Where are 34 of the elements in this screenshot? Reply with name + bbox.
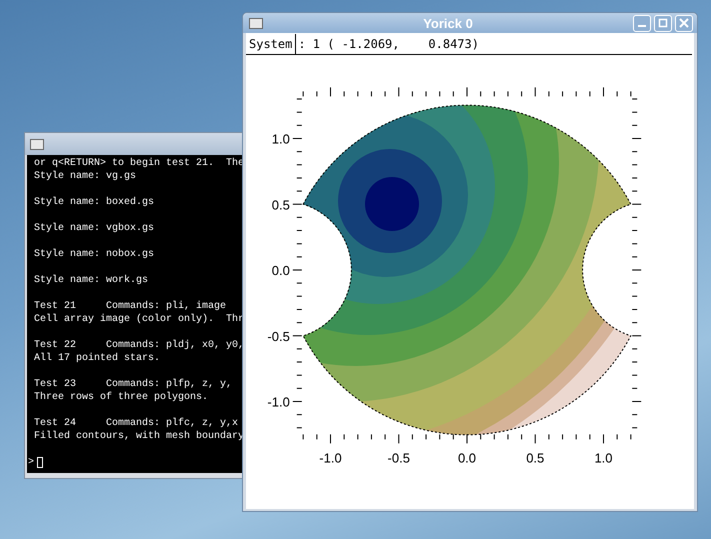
- terminal-line: Test 22 Commands: pldj, x0, y0,: [34, 339, 246, 352]
- terminal-prompt: >: [28, 456, 34, 469]
- close-button[interactable]: [675, 14, 693, 32]
- x-tick-label: -0.5: [388, 450, 410, 466]
- close-icon: [679, 18, 689, 28]
- terminal-line: Style name: work.gs: [34, 274, 150, 287]
- y-tick-label: 0.0: [272, 263, 290, 278]
- window-icon: [30, 138, 44, 150]
- y-tick-label: -0.5: [267, 328, 290, 344]
- terminal-line: Style name: vgbox.gs: [34, 222, 156, 235]
- y-tick-label: 1.0: [272, 132, 290, 146]
- coordinate-readout: : 1 ( -1.2069, 0.8473): [297, 36, 479, 50]
- terminal-line: All 17 pointed stars.: [34, 352, 162, 365]
- terminal-line: Test 23 Commands: plfp, z, y,: [34, 378, 234, 391]
- window-title: Yorick 0: [422, 16, 474, 30]
- terminal-line: Test 24 Commands: plfc, z, y,x: [34, 417, 240, 430]
- text-cursor: [37, 457, 44, 468]
- window-icon: [249, 18, 263, 28]
- x-tick-label: 1.0: [594, 450, 613, 466]
- terminal-line: Style name: vg.gs: [34, 170, 138, 183]
- minimize-button[interactable]: [633, 14, 651, 32]
- terminal-line: Test 21 Commands: pli, image: [34, 300, 228, 313]
- maximize-button[interactable]: [654, 14, 672, 32]
- terminal-line: Cell array image (color only). Thr: [34, 313, 246, 326]
- terminal-line: Style name: nobox.gs: [34, 248, 156, 261]
- y-tick-label: 0.5: [272, 197, 290, 212]
- minimize-icon: [638, 25, 646, 27]
- terminal-line: Filled contours, with mesh boundary: [34, 430, 246, 443]
- y-tick-label: -1.0: [267, 394, 290, 410]
- x-tick-label: -1.0: [319, 450, 342, 466]
- terminal-line: Style name: boxed.gs: [34, 196, 156, 209]
- x-tick-label: 0.0: [458, 450, 476, 466]
- x-tick-label: 0.5: [526, 450, 544, 466]
- maximize-icon: [658, 18, 668, 28]
